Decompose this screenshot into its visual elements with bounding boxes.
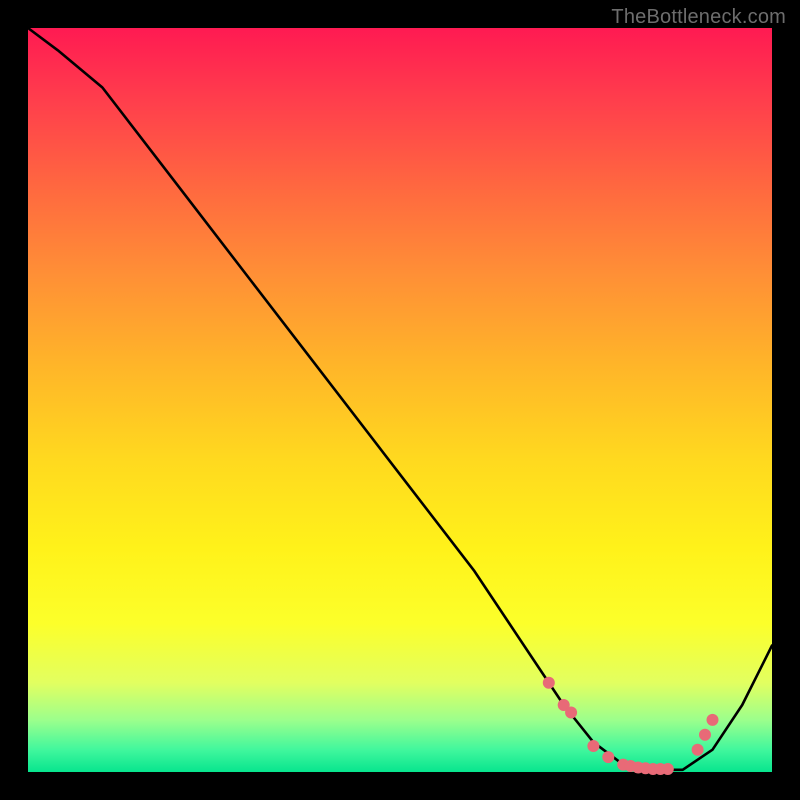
- attribution-label: TheBottleneck.com: [611, 6, 786, 29]
- marker-dot: [647, 763, 659, 775]
- marker-dot: [587, 740, 599, 752]
- marker-dot: [640, 762, 652, 774]
- plot-area: [28, 28, 772, 772]
- marker-dot: [699, 729, 711, 741]
- marker-dot: [662, 763, 674, 775]
- chart-frame: TheBottleneck.com: [0, 0, 800, 800]
- marker-dot: [543, 677, 555, 689]
- chart-svg: [28, 28, 772, 772]
- marker-dot: [565, 707, 577, 719]
- marker-dot: [558, 699, 570, 711]
- marker-dot: [625, 760, 637, 772]
- marker-group: [543, 677, 719, 775]
- curve-line: [28, 28, 772, 770]
- marker-dot: [602, 751, 614, 763]
- marker-dot: [654, 763, 666, 775]
- marker-dot: [707, 714, 719, 726]
- marker-dot: [632, 762, 644, 774]
- marker-dot: [617, 759, 629, 771]
- marker-dot: [692, 744, 704, 756]
